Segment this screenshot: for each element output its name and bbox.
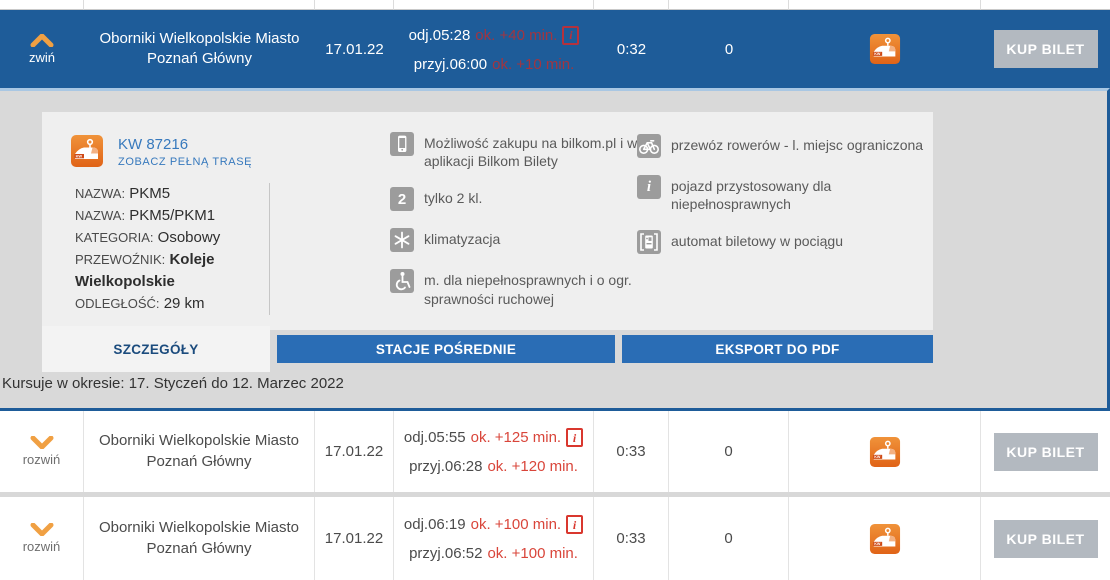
route-stations: Oborniki Wielkopolskie Miasto Poznań Głó… <box>99 518 299 559</box>
arrival-time: przyj.06:52 ok. +100 min. <box>409 545 578 562</box>
buy-ticket-button[interactable]: KUP BILET <box>994 433 1098 471</box>
collapse-toggle[interactable]: zwiń <box>0 10 84 88</box>
full-route-link[interactable]: ZOBACZ PEŁNĄ TRASĘ <box>118 156 252 168</box>
route-stations: Oborniki Wielkopolskie Miasto Poznań Głó… <box>99 431 299 472</box>
departure-time: odj.05:28 ok. +40 min. i <box>409 26 580 45</box>
transfers-count: 0 <box>724 530 732 547</box>
tab-szczegoly[interactable]: SZCZEGÓŁY <box>42 326 270 372</box>
transfers-count: 0 <box>724 443 732 460</box>
train-details-section: KW KW 87216 ZOBACZ PEŁNĄ TRASĘ NAZWA: PK… <box>0 88 1110 411</box>
arrival-delay: ok. +120 min. <box>487 458 577 475</box>
svg-text:KW: KW <box>874 542 881 546</box>
delay-info-icon[interactable]: i <box>566 515 583 534</box>
arrival-time: przyj.06:28 ok. +120 min. <box>409 458 578 475</box>
kw-carrier-icon: KW <box>869 523 901 555</box>
travel-duration: 0:32 <box>617 41 646 58</box>
feature-list-right: przewóz rowerów - l. miejsc ograniczona … <box>637 134 933 271</box>
attribute-line: ODLEGŁOŚĆ: 29 km <box>75 293 251 315</box>
attribute-line: NAZWA: PKM5 <box>75 183 251 205</box>
travel-duration: 0:33 <box>616 530 645 547</box>
toggle-label: rozwiń <box>23 539 61 554</box>
attribute-line: NAZWA: PKM5/PKM1 <box>75 205 251 227</box>
feature-item: przewóz rowerów - l. miejsc ograniczona <box>637 134 933 158</box>
tab-stacje-posrednie[interactable]: STACJE POŚREDNIE <box>277 335 615 363</box>
chevron-up-icon <box>30 34 54 47</box>
expand-toggle[interactable]: rozwiń <box>0 497 84 580</box>
train-result-row: rozwiń Oborniki Wielkopolskie Miasto Poz… <box>0 411 1110 492</box>
feature-item: automat biletowy w pociągu <box>637 230 933 254</box>
feature-item: m. dla niepełnosprawnych i o ogr. sprawn… <box>390 269 680 307</box>
delay-info-icon[interactable]: i <box>566 428 583 447</box>
buy-ticket-button[interactable]: KUP BILET <box>994 520 1098 558</box>
chevron-down-icon <box>30 436 54 449</box>
travel-date: 17.01.22 <box>325 41 383 58</box>
delay-info-icon[interactable]: i <box>562 26 579 45</box>
buy-ticket-button[interactable]: KUP BILET <box>994 30 1098 68</box>
travel-date: 17.01.22 <box>325 530 383 547</box>
attribute-line: PRZEWOŹNIK: Koleje Wielkopolskie <box>75 249 251 293</box>
service-period-text: Kursuje w okresie: 17. Styczeń do 12. Ma… <box>2 375 344 392</box>
snowflake-icon <box>390 228 414 252</box>
transfers-count: 0 <box>725 41 733 58</box>
kw-carrier-icon: KW <box>869 436 901 468</box>
details-panel: KW KW 87216 ZOBACZ PEŁNĄ TRASĘ NAZWA: PK… <box>42 112 933 330</box>
kw-carrier-icon: KW <box>869 33 901 65</box>
train-attributes: NAZWA: PKM5 NAZWA: PKM5/PKM1 KATEGORIA: … <box>75 183 270 315</box>
wheelchair-icon <box>390 269 414 293</box>
travel-date: 17.01.22 <box>325 443 383 460</box>
svg-text:KW: KW <box>76 154 83 159</box>
train-result-row-expanded: zwiń Oborniki Wielkopolskie Miasto Pozna… <box>0 10 1110 88</box>
svg-text:KW: KW <box>874 52 881 56</box>
departure-delay: ok. +100 min. <box>471 516 561 533</box>
tab-eksport-do-pdf[interactable]: EKSPORT DO PDF <box>622 335 933 363</box>
arrival-delay: ok. +100 min. <box>487 545 577 562</box>
class-2-icon: 2 <box>390 187 414 211</box>
attribute-line: KATEGORIA: Osobowy <box>75 227 251 249</box>
train-result-row: rozwiń Oborniki Wielkopolskie Miasto Poz… <box>0 497 1110 580</box>
arrival-delay: ok. +10 min. <box>492 56 574 73</box>
train-number-link[interactable]: KW 87216 <box>118 136 252 153</box>
departure-delay: ok. +40 min. <box>475 27 557 44</box>
departure-time: odj.05:55 ok. +125 min. i <box>404 428 583 447</box>
train-search-results: zwiń Oborniki Wielkopolskie Miasto Pozna… <box>0 0 1110 580</box>
travel-duration: 0:33 <box>616 443 645 460</box>
svg-text:KW: KW <box>874 455 881 459</box>
previous-row-edge <box>0 0 1110 10</box>
route-stations: Oborniki Wielkopolskie Miasto Poznań Głó… <box>99 29 299 70</box>
chevron-down-icon <box>30 523 54 536</box>
bicycle-icon <box>637 134 661 158</box>
info-icon: i <box>637 175 661 199</box>
toggle-label: zwiń <box>29 50 55 65</box>
ticket-machine-icon <box>637 230 661 254</box>
arrival-time: przyj.06:00 ok. +10 min. <box>414 56 575 73</box>
expand-toggle[interactable]: rozwiń <box>0 411 84 492</box>
feature-item: i pojazd przystosowany dla niepełnospraw… <box>637 175 933 213</box>
departure-time: odj.06:19 ok. +100 min. i <box>404 515 583 534</box>
kw-carrier-icon: KW <box>70 134 104 168</box>
toggle-label: rozwiń <box>23 452 61 467</box>
mobile-phone-icon <box>390 132 414 156</box>
departure-delay: ok. +125 min. <box>471 429 561 446</box>
